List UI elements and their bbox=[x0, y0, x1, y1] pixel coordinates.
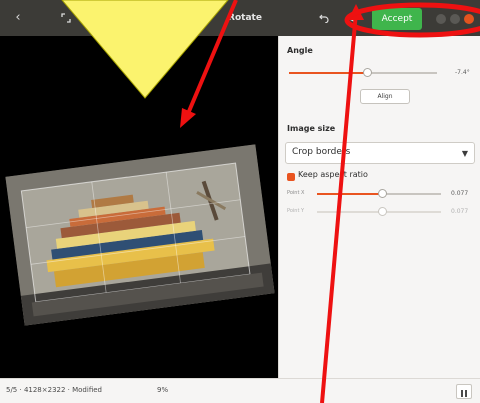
redo-icon: ◀ bbox=[347, 14, 355, 24]
angle-slider-fill bbox=[289, 72, 367, 74]
pause-icon bbox=[461, 390, 467, 397]
redo-button[interactable]: ◀ bbox=[345, 8, 357, 28]
keep-aspect-label: Keep aspect ratio bbox=[298, 170, 368, 179]
back-button[interactable]: ‹ bbox=[10, 8, 26, 28]
header-bar: ‹ Rotate ◀ Accept bbox=[0, 0, 480, 36]
align-button[interactable]: Align bbox=[360, 89, 410, 104]
window-title: Rotate bbox=[228, 13, 262, 23]
fullscreen-button[interactable] bbox=[58, 8, 74, 28]
crop-mode-selected: Crop borders bbox=[292, 147, 351, 157]
point-y-label: Point Y bbox=[287, 208, 305, 214]
expand-icon bbox=[61, 13, 71, 23]
maximize-button[interactable] bbox=[450, 14, 460, 24]
photo-content bbox=[5, 144, 275, 326]
image-viewport[interactable] bbox=[0, 36, 278, 378]
angle-section-title: Angle bbox=[287, 46, 313, 55]
point-x-value: 0.077 bbox=[451, 190, 469, 197]
point-x-slider-fill bbox=[317, 193, 383, 195]
sidebar-toggle-button[interactable] bbox=[456, 384, 472, 399]
point-x-label: Point X bbox=[287, 190, 305, 196]
close-button[interactable] bbox=[464, 14, 474, 24]
angle-value: -7.4° bbox=[455, 69, 470, 76]
accept-button[interactable]: Accept bbox=[372, 8, 422, 30]
keep-aspect-checkbox[interactable] bbox=[287, 173, 295, 181]
status-bar: 5/5 · 4128×2322 · Modified 9% bbox=[0, 378, 480, 403]
image-size-section-title: Image size bbox=[287, 124, 336, 133]
point-x-slider-handle[interactable] bbox=[378, 189, 387, 198]
crop-mode-dropdown[interactable]: Crop borders ▼ bbox=[285, 142, 475, 164]
image-info: 5/5 · 4128×2322 · Modified bbox=[6, 386, 102, 394]
point-y-value: 0.077 bbox=[451, 208, 469, 215]
point-y-slider-handle[interactable] bbox=[378, 207, 387, 216]
undo-icon bbox=[319, 14, 329, 24]
chevron-left-icon: ‹ bbox=[15, 10, 21, 25]
undo-button[interactable] bbox=[316, 8, 332, 28]
zoom-level: 9% bbox=[157, 386, 169, 394]
photo-artwork bbox=[5, 144, 275, 326]
minimize-button[interactable] bbox=[436, 14, 446, 24]
chevron-down-icon: ▼ bbox=[461, 149, 468, 158]
rotate-sidebar: Angle -7.4° Align Image size Crop border… bbox=[278, 36, 480, 378]
photo-editor-window: ‹ Rotate ◀ Accept Angle -7.4° Align Imag… bbox=[0, 0, 480, 403]
rotated-photo[interactable] bbox=[5, 144, 275, 326]
angle-slider-handle[interactable] bbox=[363, 68, 372, 77]
